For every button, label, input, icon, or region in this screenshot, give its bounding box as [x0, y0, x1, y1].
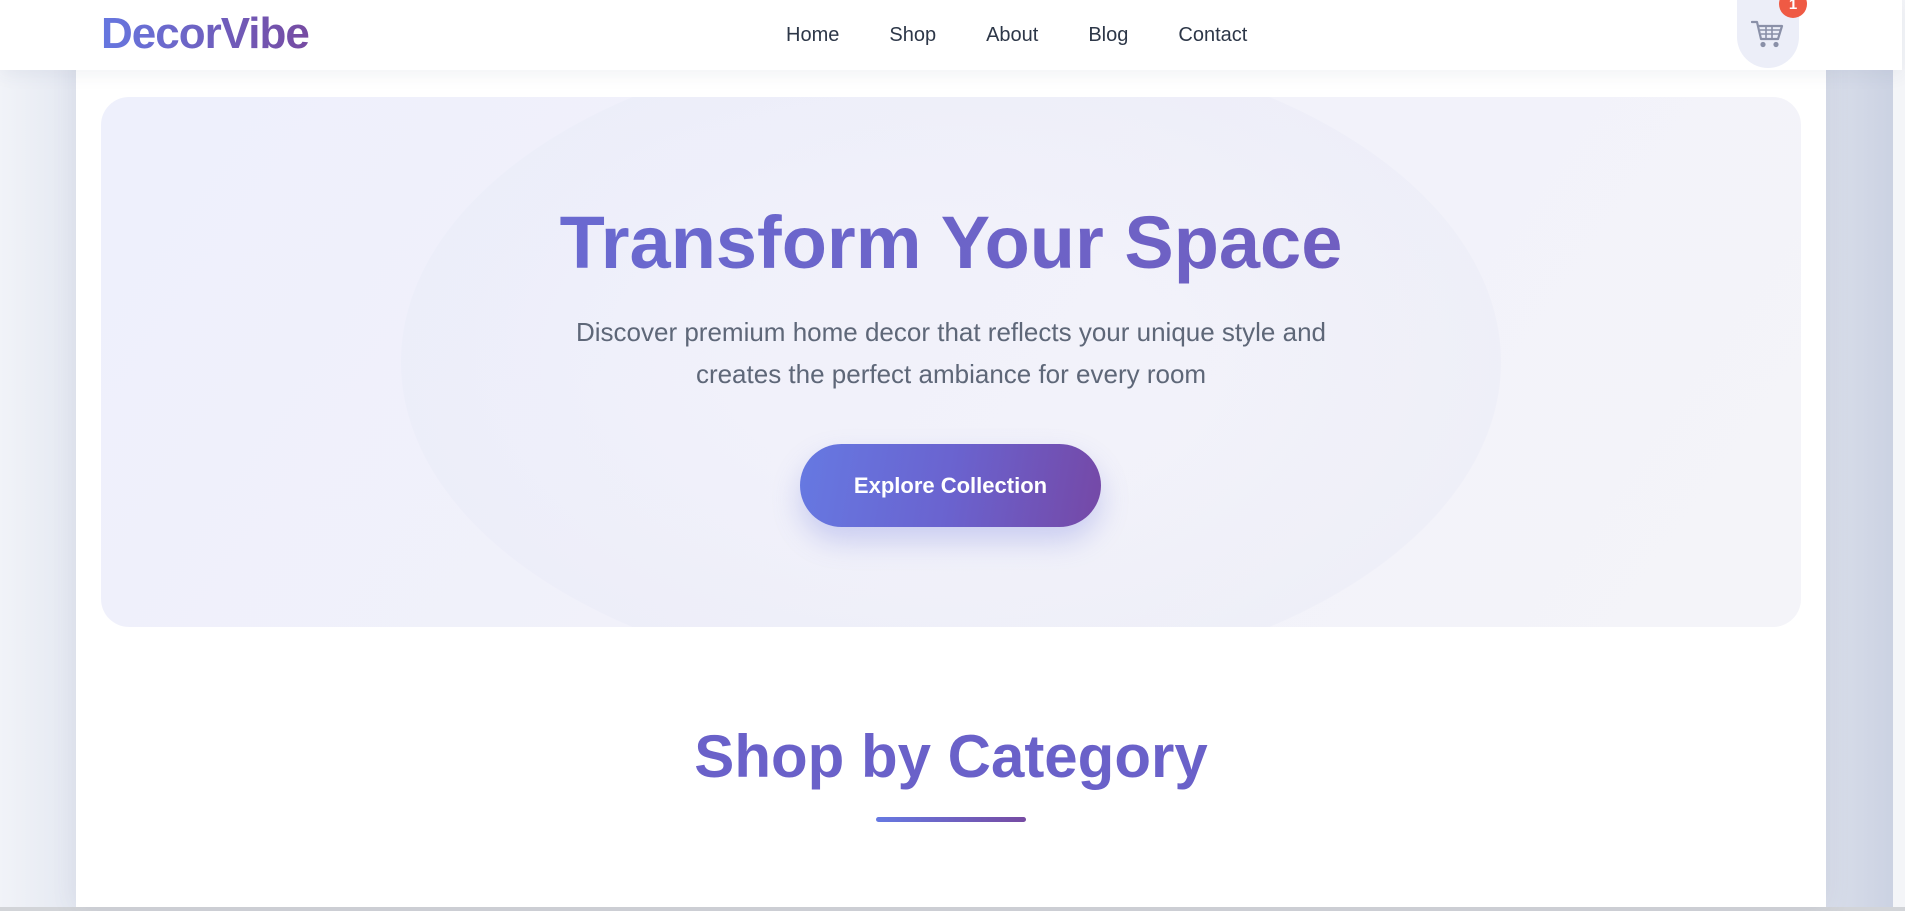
main-nav: Home Shop About Blog Contact	[786, 22, 1247, 48]
site-header: DecorVibe Home Shop About Blog Contact 1	[0, 0, 1902, 70]
section-title: Shop by Category	[694, 723, 1208, 790]
nav-contact-link[interactable]: Contact	[1178, 22, 1247, 48]
nav-about-link[interactable]: About	[986, 22, 1038, 48]
nav-home-link[interactable]: Home	[786, 22, 839, 48]
window-bottom-border	[0, 907, 1905, 911]
nav-shop-link[interactable]: Shop	[889, 22, 936, 48]
hero-section: Transform Your Space Discover premium ho…	[101, 97, 1801, 627]
hero-subtitle: Discover premium home decor that reflect…	[575, 317, 1326, 389]
site-logo[interactable]: DecorVibe	[101, 10, 310, 58]
cart-icon	[1751, 20, 1784, 48]
hero-title: Transform Your Space	[101, 201, 1801, 285]
section-title-underline	[876, 817, 1026, 822]
nav-blog-link[interactable]: Blog	[1088, 22, 1128, 48]
explore-collection-button[interactable]: Explore Collection	[800, 444, 1101, 527]
